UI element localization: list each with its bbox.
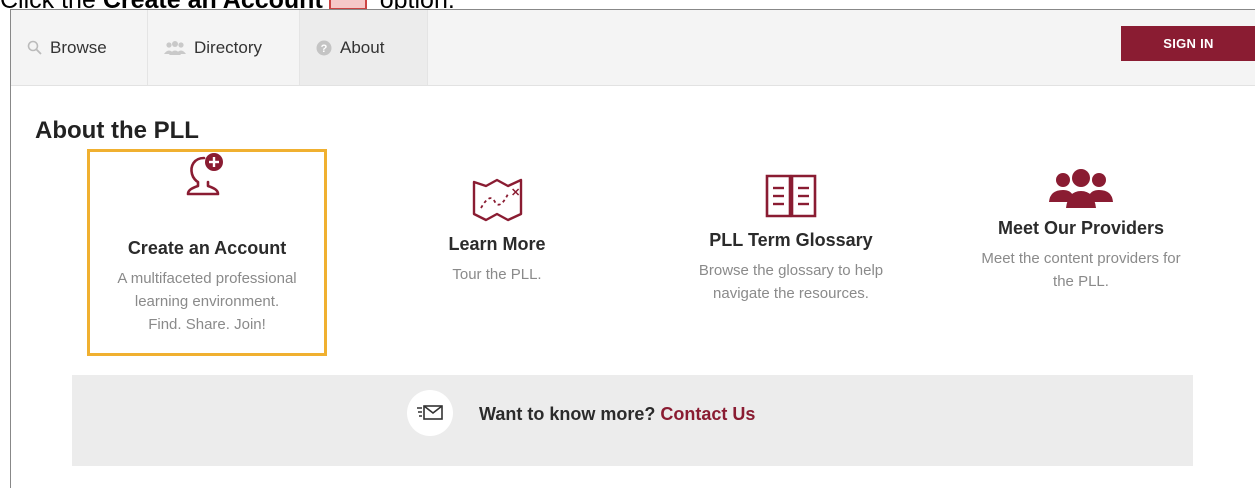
browser-frame: Browse Directory ? About SIGN IN About t…	[10, 9, 1255, 488]
question-icon: ?	[316, 40, 332, 56]
tab-about-label: About	[340, 37, 385, 57]
tab-about[interactable]: ? About	[300, 10, 428, 85]
sign-in-button[interactable]: SIGN IN	[1121, 26, 1255, 61]
tab-browse[interactable]: Browse	[11, 10, 148, 85]
banner-text: Want to know more? Contact Us	[479, 404, 755, 425]
people-icon	[164, 40, 186, 55]
map-icon: ✕	[367, 172, 627, 222]
highlight-box	[87, 149, 327, 356]
tab-directory-label: Directory	[194, 37, 263, 57]
svg-text:✕: ✕	[511, 187, 520, 199]
search-icon	[27, 40, 42, 55]
top-nav: Browse Directory ? About SIGN IN	[11, 10, 1255, 86]
card-description: Meet the content providers for the PLL.	[981, 250, 1181, 290]
contact-us-link[interactable]: Contact Us	[660, 404, 755, 424]
group-icon	[951, 166, 1211, 216]
card-heading: Meet Our Providers	[997, 218, 1165, 238]
banner-prompt: Want to know more?	[479, 404, 656, 424]
svg-text:?: ?	[321, 43, 328, 55]
book-icon	[661, 170, 921, 220]
tab-browse-label: Browse	[50, 37, 107, 57]
page-title: About the PLL	[35, 117, 199, 144]
card-description: Browse the glossary to help navigate the…	[698, 262, 884, 302]
card-meet-our-providers[interactable]: Meet Our Providers Meet the content prov…	[951, 150, 1211, 293]
card-learn-more[interactable]: ✕ Learn More Tour the PLL.	[367, 150, 627, 286]
card-heading: Learn More	[448, 234, 546, 254]
tab-directory[interactable]: Directory	[148, 10, 300, 85]
card-description: Tour the PLL.	[452, 266, 542, 283]
card-pll-term-glossary[interactable]: PLL Term Glossary Browse the glossary to…	[661, 150, 921, 305]
card-heading: PLL Term Glossary	[709, 230, 873, 250]
mail-icon	[407, 390, 453, 436]
